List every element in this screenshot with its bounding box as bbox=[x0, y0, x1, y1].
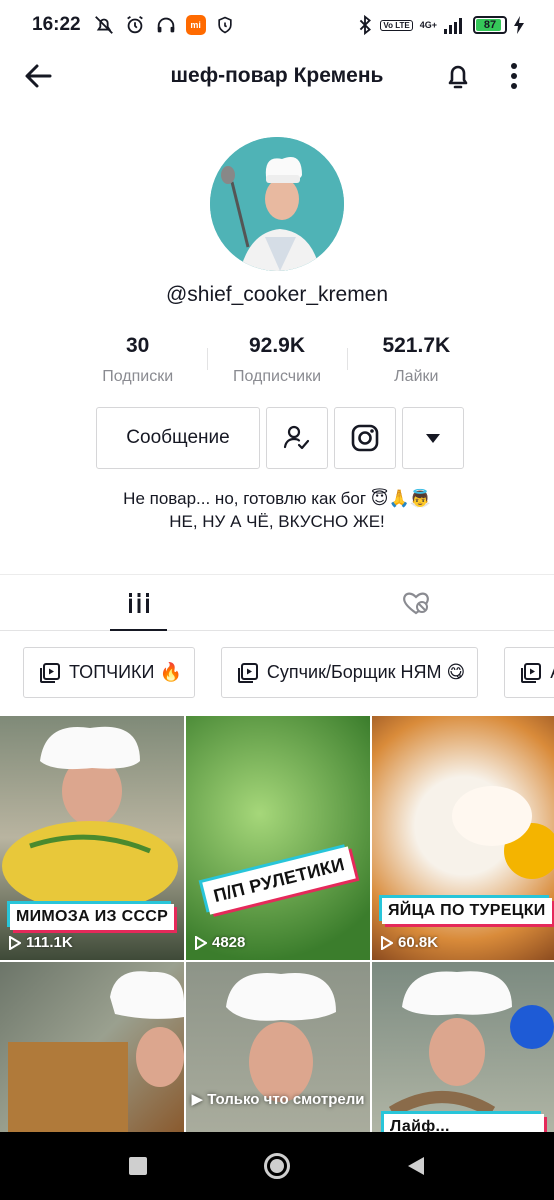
network-type: 4G+ bbox=[419, 19, 437, 30]
home-dot-icon bbox=[269, 1159, 284, 1173]
back-triangle-icon[interactable] bbox=[407, 1156, 425, 1176]
tab-liked[interactable] bbox=[277, 575, 554, 630]
content-tabs bbox=[0, 575, 554, 631]
play-icon bbox=[9, 935, 21, 950]
view-count-value: 4828 bbox=[212, 934, 246, 951]
vpn-shield-icon bbox=[217, 16, 232, 34]
suggested-accounts-button[interactable] bbox=[402, 407, 464, 469]
signal-icon bbox=[444, 18, 462, 34]
video-thumbnail[interactable]: ЯЙЦА ПО ТУРЕЦКИ 60.8K bbox=[372, 716, 554, 960]
video-grid: МИМОЗА ИЗ СССР 111.1K П/П РУЛЕТИКИ 4828 … bbox=[0, 716, 554, 1132]
profile-actions: Сообщение bbox=[96, 407, 464, 469]
playlist-row: ТОПЧИКИ 🔥 Супчик/Борщик НЯМ 😋 А bbox=[23, 647, 554, 698]
profile-username: @shief_cooker_kremen bbox=[165, 283, 389, 306]
status-bar: 16:22 mi Vo LTE 4G+ 87 bbox=[0, 0, 554, 50]
grid-icon bbox=[127, 592, 150, 613]
bluetooth-icon bbox=[360, 14, 372, 36]
playlist-icon bbox=[40, 662, 60, 683]
playlist-label: ТОПЧИКИ 🔥 bbox=[69, 662, 182, 682]
view-count: 4828 bbox=[195, 934, 245, 951]
view-count: 111.1K bbox=[9, 934, 73, 951]
thumbnail-image bbox=[388, 971, 554, 1118]
playlist-label: А bbox=[550, 662, 554, 683]
video-thumbnail[interactable]: Лайф... bbox=[372, 962, 554, 1132]
stat-value: 92.9K bbox=[248, 334, 306, 357]
view-count-value: 111.1K bbox=[26, 934, 73, 951]
bell-icon bbox=[448, 65, 468, 89]
stat-label: Подписки bbox=[102, 368, 174, 385]
playlist-icon bbox=[237, 662, 258, 683]
video-thumbnail[interactable] bbox=[0, 962, 184, 1132]
stat-value: 30 bbox=[125, 334, 150, 357]
stat-value: 521.7K bbox=[382, 334, 451, 357]
more-vertical-icon bbox=[511, 63, 517, 89]
alarm-icon bbox=[126, 15, 143, 34]
status-right-icons: Vo LTE 4G+ 87 bbox=[357, 14, 524, 36]
view-count: 60.8K bbox=[381, 934, 438, 951]
stat-followers[interactable]: 92.9K Подписчики bbox=[207, 334, 346, 386]
profile-stats: 30 Подписки 92.9K Подписчики 521.7K Лайк… bbox=[68, 334, 486, 386]
video-caption: П/П РУЛЕТИКИ bbox=[202, 846, 357, 915]
profile-bio: Не повар... но, готовлю как бог 😇🙏👼 НЕ, … bbox=[0, 487, 554, 533]
thumbnail-image bbox=[8, 971, 184, 1132]
tab-videos[interactable] bbox=[0, 575, 277, 631]
system-nav-bar bbox=[0, 1132, 554, 1200]
back-button[interactable] bbox=[20, 58, 56, 94]
video-thumbnail[interactable]: МИМОЗА ИЗ СССР 111.1K bbox=[0, 716, 184, 960]
chef-avatar-image bbox=[210, 137, 344, 271]
stat-label: Лайки bbox=[394, 368, 439, 385]
recently-watched-label: ▶ Только что смотрели bbox=[191, 1091, 365, 1108]
message-button[interactable]: Сообщение bbox=[96, 407, 260, 469]
battery-percent: 87 bbox=[483, 19, 497, 31]
playlist-label: Супчик/Борщик НЯМ 😋 bbox=[266, 662, 466, 682]
mi-app-icon: mi bbox=[185, 15, 206, 35]
instagram-button[interactable] bbox=[334, 407, 396, 469]
instagram-icon bbox=[351, 424, 379, 452]
video-thumbnail[interactable]: П/П РУЛЕТИКИ 4828 bbox=[186, 716, 370, 960]
bio-line: НЕ, НУ А ЧЁ, ВКУСНО ЖЕ! bbox=[169, 512, 385, 531]
view-count-value: 60.8K bbox=[398, 934, 439, 951]
caret-down-icon bbox=[426, 434, 440, 443]
bio-line: Не повар... но, готовлю как бог 😇🙏👼 bbox=[123, 489, 431, 508]
more-options-button[interactable] bbox=[496, 58, 532, 94]
play-icon bbox=[195, 935, 207, 950]
video-caption: МИМОЗА ИЗ СССР bbox=[10, 904, 175, 930]
status-left-icons: mi bbox=[93, 14, 235, 36]
battery-icon: 87 bbox=[473, 16, 507, 34]
playlist-chip[interactable]: Супчик/Борщик НЯМ 😋 bbox=[220, 647, 479, 698]
hidden-heart-icon bbox=[402, 592, 429, 614]
home-button[interactable] bbox=[263, 1153, 290, 1179]
notifications-button[interactable] bbox=[440, 58, 476, 94]
playlist-icon bbox=[521, 662, 542, 683]
avatar[interactable] bbox=[210, 137, 344, 271]
status-time: 16:22 bbox=[32, 14, 81, 35]
stat-following[interactable]: 30 Подписки bbox=[68, 334, 207, 386]
user-check-icon bbox=[283, 425, 310, 450]
video-caption: Лайф... bbox=[384, 1114, 544, 1132]
video-caption: ЯЙЦА ПО ТУРЕЦКИ bbox=[382, 898, 552, 924]
headphones-icon bbox=[157, 17, 174, 33]
stat-likes[interactable]: 521.7K Лайки bbox=[346, 334, 486, 386]
stat-label: Подписчики bbox=[232, 368, 321, 385]
recent-apps-button[interactable] bbox=[128, 1157, 147, 1175]
following-status-button[interactable] bbox=[266, 407, 328, 469]
back-arrow-icon bbox=[25, 64, 52, 88]
mute-notifications-icon bbox=[94, 16, 113, 34]
play-icon bbox=[381, 935, 393, 950]
charging-icon bbox=[514, 16, 524, 34]
playlist-chip[interactable]: А bbox=[504, 647, 554, 698]
video-thumbnail[interactable]: ▶ Только что смотрели bbox=[186, 962, 370, 1132]
volte-icon: Vo LTE bbox=[380, 19, 413, 31]
profile-header: шеф-повар Кремень bbox=[0, 50, 554, 102]
page-title: шеф-повар Кремень bbox=[170, 64, 384, 87]
playlist-chip[interactable]: ТОПЧИКИ 🔥 bbox=[23, 647, 195, 698]
